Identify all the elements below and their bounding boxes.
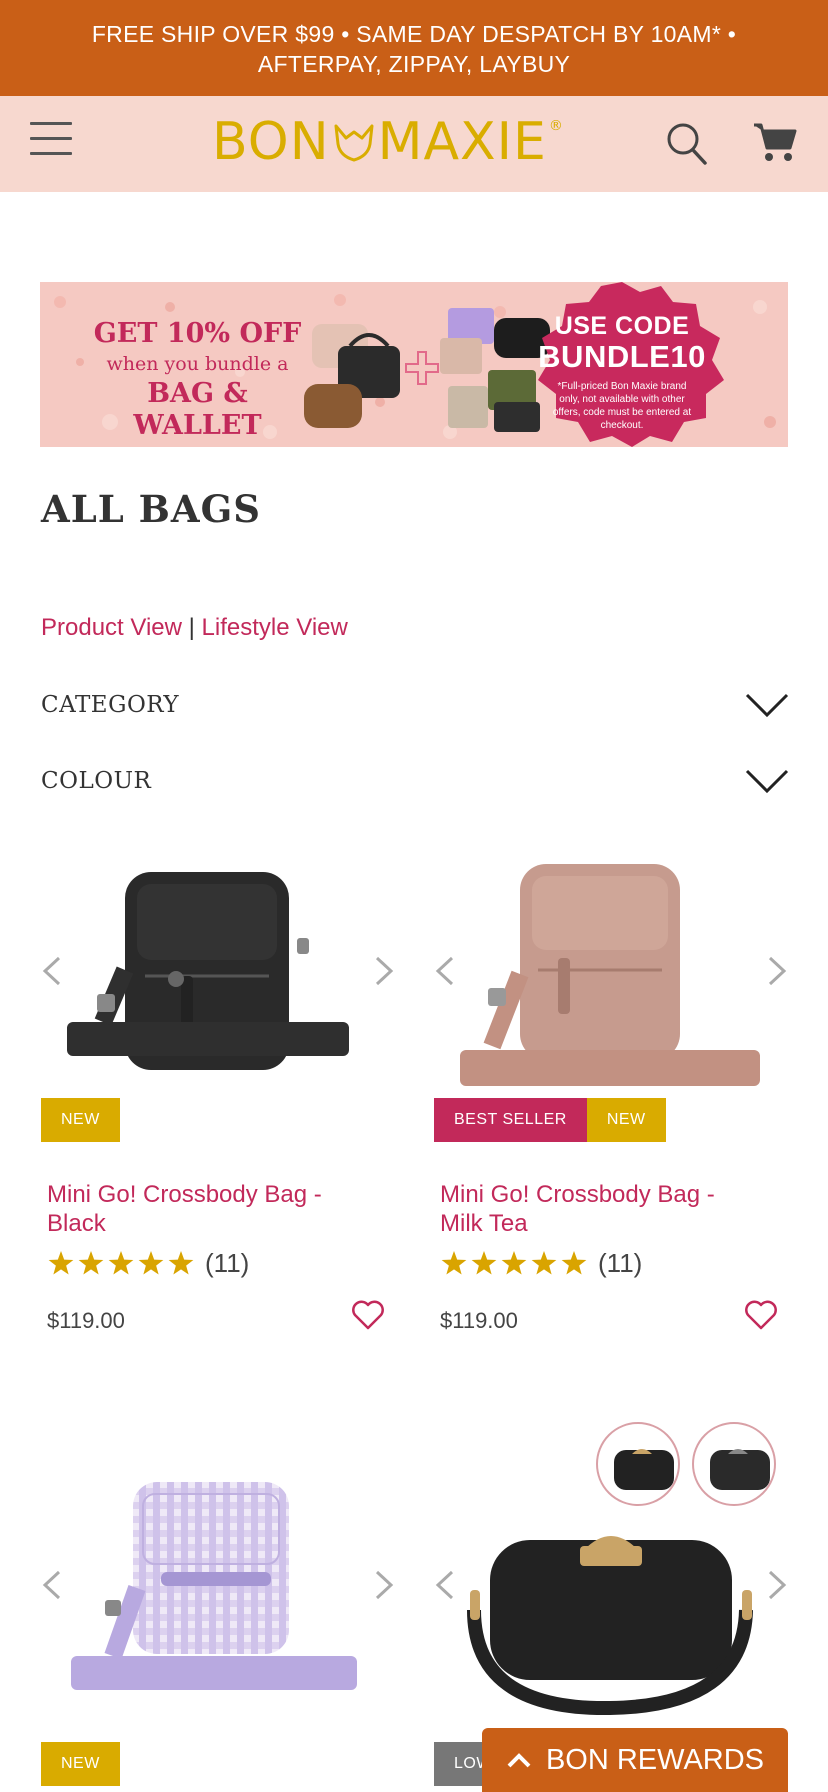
product-price: $119.00 xyxy=(47,1308,125,1333)
swatch-black-silver-image xyxy=(710,1449,770,1490)
promo-bar: FREE SHIP OVER $99 • SAME DAY DESPATCH B… xyxy=(0,0,828,96)
colour-swatch-thumb[interactable] xyxy=(596,1422,680,1506)
site-header: BON MAXIE ® xyxy=(0,96,828,192)
product-price: $119.00 xyxy=(440,1308,518,1333)
product-card[interactable]: NEW xyxy=(41,1460,395,1792)
logo[interactable]: BON MAXIE ® xyxy=(212,112,564,172)
product-image[interactable] xyxy=(41,846,395,1106)
code-fineprint: *Full-priced Bon Maxie brand only, not a… xyxy=(552,381,692,431)
bag-lilac-gingham-image xyxy=(71,1482,357,1690)
logo-text-right: MAXIE xyxy=(377,112,547,172)
hamburger-icon[interactable] xyxy=(30,122,72,156)
star-rating-icon xyxy=(48,1250,194,1275)
tag-new: NEW xyxy=(41,1742,120,1786)
product-view-link[interactable]: Product View xyxy=(41,614,182,641)
page-title: ALL BAGS xyxy=(41,487,261,531)
colour-swatch-thumb[interactable] xyxy=(692,1422,776,1506)
star-icon xyxy=(48,1250,74,1275)
star-icon xyxy=(108,1250,134,1275)
product-tags: NEW xyxy=(41,1098,120,1142)
star-icon xyxy=(138,1250,164,1275)
view-separator: | xyxy=(181,614,202,641)
product-image[interactable] xyxy=(41,1460,395,1720)
colour-filter[interactable]: COLOUR xyxy=(41,756,789,806)
banner-offer-headline: GET 10% OFF xyxy=(93,318,302,349)
code-label: USE CODE xyxy=(554,312,690,340)
review-count: (11) xyxy=(598,1248,643,1278)
colour-filter-label: COLOUR xyxy=(41,768,152,794)
chevron-right-icon[interactable] xyxy=(373,954,395,988)
code-badge-text: USE CODE BUNDLE10 *Full-priced Bon Maxie… xyxy=(516,312,728,432)
logo-text-left: BON xyxy=(212,112,330,172)
lifestyle-view-link[interactable]: Lifestyle View xyxy=(202,614,348,641)
product-card[interactable]: BEST SELLER NEW Mini Go! Crossbody Bag -… xyxy=(434,846,788,1346)
category-filter[interactable]: CATEGORY xyxy=(41,680,789,730)
bon-rewards-button[interactable]: BON REWARDS xyxy=(482,1728,788,1792)
chevron-right-icon[interactable] xyxy=(766,1568,788,1602)
star-icon xyxy=(471,1250,497,1275)
product-name[interactable]: Mini Go! Crossbody Bag - Milk Tea xyxy=(440,1180,760,1238)
cart-icon[interactable] xyxy=(752,120,798,164)
view-toggle: Product View | Lifestyle View xyxy=(41,614,348,642)
banner-offer-text: GET 10% OFF when you bundle a BAG & WALL… xyxy=(90,318,305,442)
review-count: (11) xyxy=(205,1248,250,1278)
product-card[interactable]: NEW Mini Go! Crossbody Bag - Black (11) … xyxy=(41,846,395,1346)
star-icon xyxy=(561,1250,587,1275)
registered-mark: ® xyxy=(548,118,564,134)
star-icon xyxy=(168,1250,194,1275)
code-value: BUNDLE10 xyxy=(538,339,706,374)
star-icon xyxy=(78,1250,104,1275)
heart-icon[interactable] xyxy=(744,1300,778,1330)
category-filter-label: CATEGORY xyxy=(41,692,180,718)
search-icon[interactable] xyxy=(665,120,709,166)
chevron-down-icon xyxy=(745,769,789,794)
chevron-left-icon[interactable] xyxy=(41,954,63,988)
tag-best-seller: BEST SELLER xyxy=(434,1098,587,1142)
tag-new: NEW xyxy=(41,1098,120,1142)
product-rating[interactable]: (11) xyxy=(47,1248,249,1279)
star-icon xyxy=(501,1250,527,1275)
product-tags: NEW xyxy=(41,1742,120,1786)
promo-line-2: AFTERPAY, ZIPPAY, LAYBUY xyxy=(257,51,571,77)
fox-logo-icon xyxy=(334,124,374,162)
chevron-right-icon[interactable] xyxy=(766,954,788,988)
product-rating[interactable]: (11) xyxy=(440,1248,642,1279)
product-tags: BEST SELLER NEW xyxy=(434,1098,666,1142)
product-name[interactable]: Mini Go! Crossbody Bag - Black xyxy=(47,1180,367,1238)
banner-offer-subline: when you bundle a xyxy=(106,353,289,375)
bon-rewards-label: BON REWARDS xyxy=(545,1743,765,1776)
star-icon xyxy=(441,1250,467,1275)
star-icon xyxy=(531,1250,557,1275)
star-rating-icon xyxy=(441,1250,587,1275)
swatch-black-gold-image xyxy=(614,1449,674,1490)
bag-black-image xyxy=(67,872,349,1070)
promo-line-1: FREE SHIP OVER $99 • SAME DAY DESPATCH B… xyxy=(91,21,737,47)
banner-offer-items: BAG & WALLET xyxy=(133,378,262,441)
chevron-left-icon[interactable] xyxy=(41,1568,63,1602)
bundle-promo-banner[interactable]: GET 10% OFF when you bundle a BAG & WALL… xyxy=(40,282,788,447)
heart-icon[interactable] xyxy=(351,1300,385,1330)
tag-new: NEW xyxy=(586,1098,666,1142)
chevron-right-icon[interactable] xyxy=(373,1568,395,1602)
chevron-up-icon xyxy=(507,1753,531,1768)
chevron-down-icon xyxy=(745,693,789,718)
bag-milk-tea-image xyxy=(460,864,760,1086)
chevron-left-icon[interactable] xyxy=(434,954,456,988)
chevron-left-icon[interactable] xyxy=(434,1568,456,1602)
product-image[interactable] xyxy=(434,846,788,1106)
